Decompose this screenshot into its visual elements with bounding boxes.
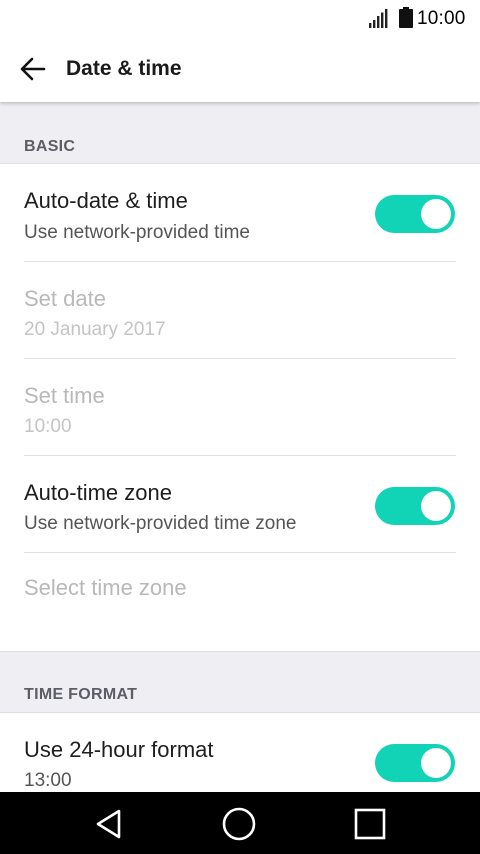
recents-square-icon — [354, 808, 386, 840]
select-time-zone-row[interactable]: Select time zone — [0, 553, 480, 651]
auto-date-time-row[interactable]: Auto-date & time Use network-provided ti… — [0, 164, 480, 262]
toggle-knob — [421, 748, 451, 778]
section-header-time-format: TIME FORMAT — [0, 651, 480, 713]
status-time: 10:00 — [417, 8, 466, 29]
auto-date-time-toggle[interactable] — [375, 195, 455, 233]
set-date-title: Set date — [24, 286, 106, 311]
use-24-hour-toggle[interactable] — [375, 744, 455, 782]
set-date-row[interactable]: Set date 20 January 2017 — [0, 262, 480, 359]
auto-time-zone-row[interactable]: Auto-time zone Use network-provided time… — [0, 456, 480, 553]
nav-back-button[interactable] — [89, 804, 129, 844]
navigation-bar — [0, 792, 480, 854]
auto-time-zone-title: Auto-time zone — [24, 480, 172, 505]
back-button[interactable] — [14, 50, 52, 88]
section-header-basic: BASIC — [0, 102, 480, 164]
signal-icon — [369, 9, 388, 28]
select-time-zone-title: Select time zone — [24, 575, 187, 600]
use-24-hour-title: Use 24-hour format — [24, 737, 214, 762]
settings-list[interactable]: BASIC Auto-date & time Use network-provi… — [0, 102, 480, 792]
toggle-knob — [421, 199, 451, 229]
section-header-label: TIME FORMAT — [24, 686, 138, 703]
back-triangle-icon — [96, 809, 121, 839]
arrow-left-icon — [20, 57, 46, 81]
nav-home-button[interactable] — [219, 804, 259, 844]
battery-icon — [399, 7, 413, 28]
toggle-knob — [421, 491, 451, 521]
set-time-summary: 10:00 — [24, 416, 72, 437]
section-header-label: BASIC — [24, 138, 76, 155]
page-title: Date & time — [66, 57, 182, 80]
use-24-hour-row[interactable]: Use 24-hour format 13:00 — [0, 713, 480, 792]
auto-time-zone-summary: Use network-provided time zone — [24, 513, 297, 534]
home-circle-icon — [222, 807, 256, 841]
set-date-summary: 20 January 2017 — [24, 319, 166, 340]
set-time-row[interactable]: Set time 10:00 — [0, 359, 480, 456]
auto-date-time-title: Auto-date & time — [24, 188, 188, 213]
use-24-hour-summary: 13:00 — [24, 770, 72, 791]
status-bar: 10:00 — [0, 0, 480, 36]
app-bar: Date & time — [0, 36, 480, 102]
auto-time-zone-toggle[interactable] — [375, 487, 455, 525]
set-time-title: Set time — [24, 383, 105, 408]
nav-recents-button[interactable] — [350, 804, 390, 844]
auto-date-time-summary: Use network-provided time — [24, 222, 250, 243]
